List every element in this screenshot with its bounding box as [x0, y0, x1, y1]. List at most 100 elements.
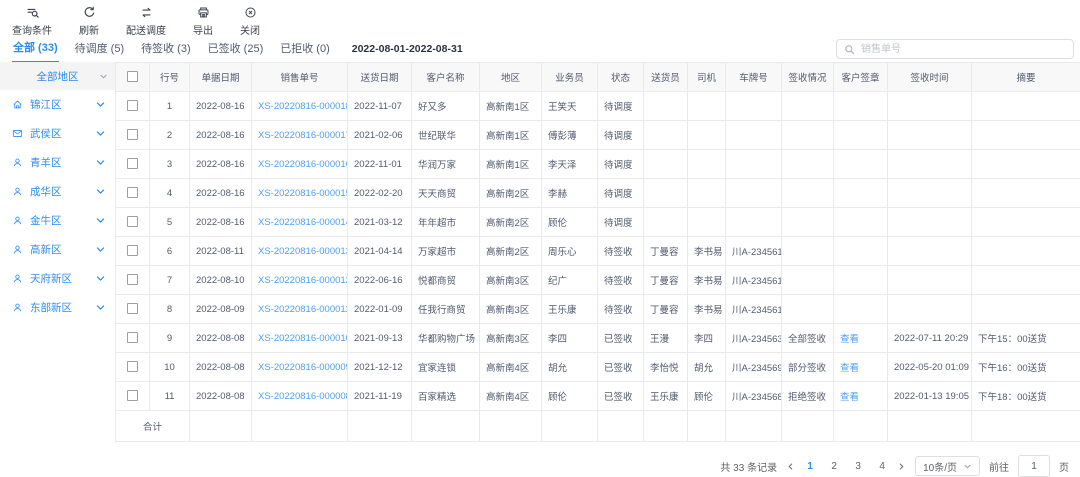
cell-status: 待调度: [598, 179, 644, 208]
page-number-2[interactable]: 2: [828, 461, 840, 472]
tabs: 全部 (33) 待调度 (5) 待签收 (3) 已签收 (25) 已拒收 (0): [12, 35, 346, 63]
select-all-checkbox[interactable]: [127, 71, 138, 82]
cell-signature: [834, 150, 888, 179]
row-checkbox[interactable]: [127, 274, 138, 285]
cell-summary: [972, 150, 1080, 179]
row-checkbox[interactable]: [127, 303, 138, 314]
cell-signature: [834, 208, 888, 237]
cell-status: 已签收: [598, 324, 644, 353]
toolbar-button-close[interactable]: 关闭: [240, 6, 260, 37]
cell-doc-date: 2022-08-08: [190, 353, 252, 382]
sale-no-link[interactable]: XS-20220816-000017: [258, 130, 348, 141]
sale-no-link[interactable]: XS-20220816-000018: [258, 101, 348, 112]
page-number-4[interactable]: 4: [876, 461, 888, 472]
chevron-down-icon: [99, 72, 108, 81]
toolbar-button-query-conditions[interactable]: 查询条件: [12, 6, 52, 37]
row-checkbox[interactable]: [127, 100, 138, 111]
sale-no-link[interactable]: XS-20220816-000016: [258, 159, 348, 170]
tab-rejected[interactable]: 已拒收 (0): [279, 36, 331, 62]
table-row: 32022-08-16XS-20220816-0000162022-11-01华…: [116, 150, 1080, 179]
sale-no-link[interactable]: XS-20220816-000015: [258, 188, 348, 199]
page-size-select[interactable]: 10条/页: [915, 456, 980, 476]
view-signature-link[interactable]: 查看: [840, 363, 859, 374]
goto-label: 前往: [989, 459, 1009, 474]
sidebar-item-wuhou[interactable]: 武侯区: [0, 119, 115, 148]
cell-row-no: 8: [150, 295, 190, 324]
cell-sale-no: XS-20220816-000010: [252, 324, 348, 353]
cell-driver: [688, 121, 726, 150]
sale-no-link[interactable]: XS-20220816-000009: [258, 362, 348, 373]
row-checkbox[interactable]: [127, 158, 138, 169]
cell-status: 待调度: [598, 121, 644, 150]
cell-deliverer: 丁曼容: [644, 237, 688, 266]
table-row: 12022-08-16XS-20220816-0000182022-11-07好…: [116, 92, 1080, 121]
sale-no-link[interactable]: XS-20220816-000008: [258, 391, 348, 402]
toolbar-button-refresh[interactable]: 刷新: [79, 6, 99, 37]
cell-region: 高新南2区: [480, 179, 542, 208]
cell-plate: [726, 208, 782, 237]
goto-page-input[interactable]: [1018, 455, 1050, 477]
search-input[interactable]: [859, 43, 1066, 56]
tab-pending-dispatch[interactable]: 待调度 (5): [74, 36, 126, 62]
sidebar-item-tianfu-new[interactable]: 天府新区: [0, 264, 115, 293]
sale-no-link[interactable]: XS-20220816-000010: [258, 333, 348, 344]
row-checkbox[interactable]: [127, 390, 138, 401]
row-checkbox[interactable]: [127, 332, 138, 343]
cell-deliverer: [644, 208, 688, 237]
row-checkbox[interactable]: [127, 361, 138, 372]
view-signature-link[interactable]: 查看: [840, 334, 859, 345]
person-icon: [12, 157, 23, 168]
sale-no-link[interactable]: XS-20220816-000013: [258, 246, 348, 257]
search-box[interactable]: [836, 39, 1074, 59]
tab-pending-sign[interactable]: 待签收 (3): [140, 36, 192, 62]
row-checkbox[interactable]: [127, 129, 138, 140]
cell-sign-status: [782, 121, 834, 150]
table-row: 82022-08-09XS-20220816-0000112022-01-09任…: [116, 295, 1080, 324]
tab-all[interactable]: 全部 (33): [12, 35, 59, 63]
page-number-3[interactable]: 3: [852, 461, 864, 472]
cell-status: 待调度: [598, 92, 644, 121]
sidebar-item-jinniu[interactable]: 金牛区: [0, 206, 115, 235]
cell-doc-date: 2022-08-10: [190, 266, 252, 295]
cell-sign-time: [888, 237, 972, 266]
cell-sign-time: [888, 295, 972, 324]
page-number-1[interactable]: 1: [804, 461, 816, 472]
cell-driver: 李书易: [688, 266, 726, 295]
cell-deliverer: 丁曼容: [644, 295, 688, 324]
cell-sale-no: XS-20220816-000016: [252, 150, 348, 179]
tab-signed[interactable]: 已签收 (25): [207, 36, 265, 62]
prev-page-button[interactable]: [786, 462, 795, 471]
cell-row-no: 1: [150, 92, 190, 121]
sale-no-link[interactable]: XS-20220816-000011: [258, 304, 348, 315]
sidebar-item-eastern-new[interactable]: 东部新区: [0, 293, 115, 322]
row-checkbox[interactable]: [127, 245, 138, 256]
toolbar-button-dispatch-schedule[interactable]: 配送调度: [126, 6, 166, 37]
cell-row-no: 4: [150, 179, 190, 208]
sidebar-item-jinjiang[interactable]: 锦江区: [0, 90, 115, 119]
sale-no-link[interactable]: XS-20220816-000014: [258, 217, 348, 228]
cell-summary: [972, 266, 1080, 295]
toolbar-button-export[interactable]: 导出: [193, 6, 213, 37]
sale-no-link[interactable]: XS-20220816-000012: [258, 275, 348, 286]
cell-customer: 宜家连锁: [412, 353, 480, 382]
row-checkbox[interactable]: [127, 187, 138, 198]
column-header: 行号: [150, 63, 190, 92]
cell-delivery-date: 2021-02-06: [348, 121, 412, 150]
cell-delivery-date: 2021-11-19: [348, 382, 412, 411]
column-header: 状态: [598, 63, 644, 92]
cell-row-no: 11: [150, 382, 190, 411]
cell-delivery-date: 2021-03-12: [348, 208, 412, 237]
view-signature-link[interactable]: 查看: [840, 392, 859, 403]
cell-salesperson: 傅彭薄: [542, 121, 598, 150]
column-header: 司机: [688, 63, 726, 92]
row-checkbox[interactable]: [127, 216, 138, 227]
sidebar-header-all-regions[interactable]: 全部地区: [0, 62, 115, 90]
next-page-button[interactable]: [897, 462, 906, 471]
column-header: 业务员: [542, 63, 598, 92]
cell-deliverer: 王漫: [644, 324, 688, 353]
sidebar-item-chenghua[interactable]: 成华区: [0, 177, 115, 206]
cell-sign-status: 全部签收: [782, 324, 834, 353]
sidebar-item-gaoxin[interactable]: 高新区: [0, 235, 115, 264]
sidebar-item-qingyang[interactable]: 青羊区: [0, 148, 115, 177]
cell-summary: 下午18：00送货: [972, 382, 1080, 411]
